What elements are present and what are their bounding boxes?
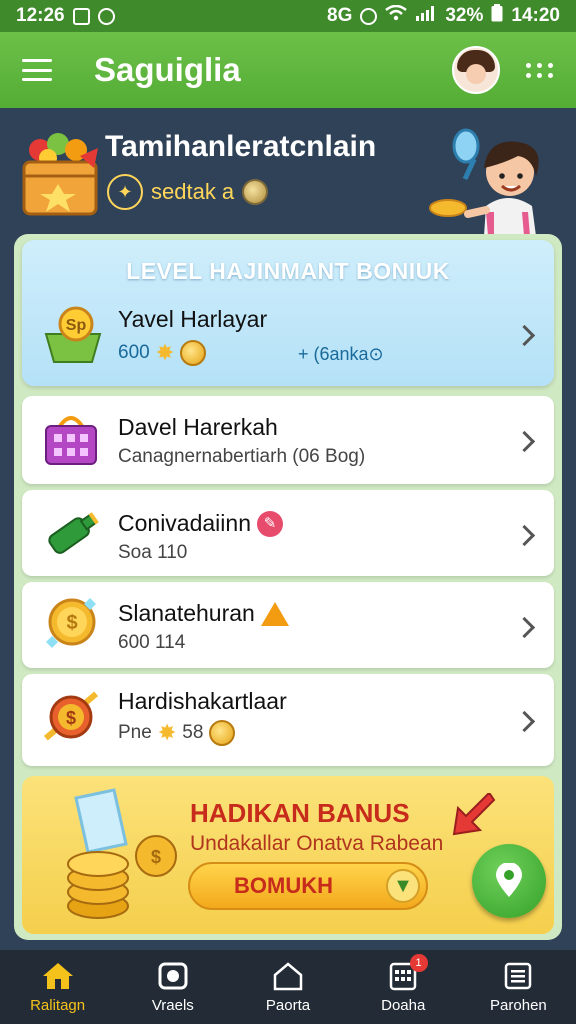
nav-item-calendar[interactable]: 1 Doaha [346, 950, 461, 1024]
nav-item-portal[interactable]: Paorta [230, 950, 345, 1024]
status-bar: 12:26 8G 32% 14:20 [0, 0, 576, 32]
list-icon [505, 962, 532, 989]
nav-label: Doaha [381, 996, 426, 1014]
svg-text:$: $ [66, 612, 77, 634]
red-arrow-icon [452, 793, 496, 836]
chevron-right-icon [513, 710, 536, 733]
wifi-icon [385, 4, 408, 27]
chevron-right-icon [513, 430, 536, 453]
basket-coin-icon: Sp [44, 306, 102, 363]
medal-icon: $ [43, 691, 99, 741]
coin-icon [180, 340, 207, 366]
hero-subtitle-row: ✦ sedtak a [107, 174, 269, 210]
level-card-value: 600 [118, 342, 150, 363]
bonus-card: $ HADIKAN BANUS Undakallar Onatva Rabean… [22, 776, 554, 934]
basket-icon [45, 416, 97, 465]
bonus-subtitle: Undakallar Onatva Rabean [190, 832, 444, 855]
claim-bonus-label: BOMUKH [234, 873, 333, 898]
app-bar: Saguiglia [0, 32, 576, 108]
gallery-icon [72, 7, 90, 25]
list-item-title: Hardishakartlaar [118, 688, 287, 714]
nav-label: Vraels [151, 996, 194, 1014]
nav-label: Parohen [490, 996, 547, 1014]
location-fab-button[interactable] [472, 844, 546, 918]
alarm-icon [360, 7, 378, 25]
nav-label: Paorta [265, 996, 311, 1014]
level-bonus-card[interactable]: LEVEL HAJINMANT BONIUK Sp Yavel Harlayar… [22, 240, 554, 386]
house-outline-icon [273, 961, 303, 990]
star-icon: ✸ [155, 340, 175, 365]
level-card-extra: + (6anka⊙ [298, 344, 384, 364]
list-item-title: Slanatehuran [118, 600, 255, 626]
level-card-title: Yavel Harlayar [118, 306, 268, 332]
coin-icon: $ [46, 598, 96, 648]
battery-icon [491, 4, 503, 28]
list-item[interactable]: Davel Harerkah Canagnernabertiarh (06 Bo… [22, 396, 554, 484]
svg-text:$: $ [151, 847, 161, 867]
warning-badge-icon [260, 601, 289, 626]
character-illustration [429, 128, 539, 236]
hero-section: Tamihanleratcnlain ✦ sedtak a [0, 108, 576, 236]
nav-item-home[interactable]: Ralitagn [0, 950, 115, 1024]
list-item-subtitle: Pne [118, 722, 152, 743]
more-options-icon[interactable] [526, 62, 554, 78]
chevron-right-icon [513, 324, 536, 347]
bottle-icon [48, 512, 99, 554]
coin-stack-illustration: $ [67, 788, 177, 919]
avatar[interactable] [452, 46, 500, 94]
status-time-left: 12:26 [16, 5, 65, 26]
chevron-right-icon [513, 524, 536, 547]
bottom-navigation: Ralitagn Vraels Paorta 1 Doaha Parohen [0, 950, 576, 1024]
hero-title: Tamihanleratcnlain [105, 130, 377, 163]
notification-badge: 1 [409, 954, 428, 972]
chevron-right-icon [513, 616, 536, 639]
battery-label: 32% [445, 5, 484, 26]
star-icon: ✸ [157, 720, 177, 745]
list-item[interactable]: $ Slanatehuran 600 114 [22, 582, 554, 668]
home-icon [42, 962, 73, 989]
nav-item-profile[interactable]: Parohen [461, 950, 576, 1024]
list-item-subtitle: Canagnernabertiarh (06 Bog) [118, 446, 366, 467]
arrow-down-icon: ▼ [386, 869, 420, 903]
notification-icon [97, 7, 115, 25]
list-item-title: Conivadaiinn [118, 510, 251, 536]
coin-icon [209, 720, 236, 746]
claim-bonus-button[interactable]: BOMUKH ▼ [188, 862, 428, 910]
svg-text:$: $ [66, 708, 76, 728]
signal-icon [415, 5, 437, 27]
network-label: 8G [327, 5, 353, 26]
list-item[interactable]: Conivadaiinn ✎ Soa 110 [22, 490, 554, 576]
achievement-icon: ✦ [107, 174, 143, 210]
gift-basket-icon [22, 133, 98, 216]
list-item-title: Davel Harerkah [118, 414, 278, 440]
location-pin-icon [496, 863, 522, 897]
menu-icon[interactable] [22, 59, 52, 81]
level-card-header: LEVEL HAJINMANT BONIUK [126, 258, 450, 284]
nav-item-videos[interactable]: Vraels [115, 950, 230, 1024]
camera-icon [158, 962, 188, 989]
list-item-subtitle: 600 114 [118, 632, 186, 653]
list-item-subtitle: Soa 110 [118, 542, 188, 563]
bonus-title: HADIKAN BANUS [190, 798, 410, 828]
hero-subtitle: sedtak a [151, 179, 235, 204]
status-time-right: 14:20 [511, 5, 560, 26]
svg-text:Sp: Sp [66, 317, 87, 334]
pencil-badge-icon: ✎ [256, 510, 283, 537]
coin-icon [242, 179, 269, 205]
app-title: Saguiglia [94, 51, 241, 88]
list-item[interactable]: $ Hardishakartlaar Pne ✸ 58 [22, 674, 554, 766]
list-item-value: 58 [182, 722, 204, 743]
nav-label: Ralitagn [30, 996, 86, 1014]
